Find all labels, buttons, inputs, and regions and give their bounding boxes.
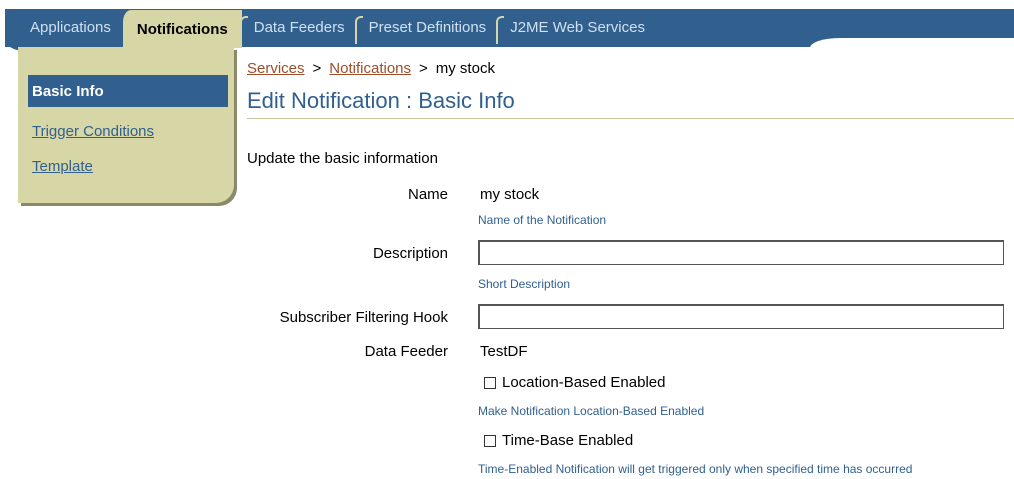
subscriber-hook-label: Subscriber Filtering Hook	[279, 309, 448, 326]
tab-label: Preset Definitions	[368, 18, 487, 36]
sidebar-item-template[interactable]: Template	[28, 158, 232, 175]
tab-label: Data Feeders	[253, 18, 345, 36]
description-input[interactable]	[478, 240, 1004, 265]
name-value: my stock	[480, 186, 540, 203]
tab-label: Notifications	[136, 20, 228, 38]
location-based-checkbox[interactable]	[484, 376, 496, 389]
breadcrumb-separator: >	[312, 60, 322, 77]
name-hint: Name of the Notification	[478, 213, 607, 227]
tab-label: J2ME Web Services	[510, 18, 645, 36]
breadcrumb-link-services[interactable]: Services	[247, 60, 305, 77]
breadcrumb-link-notifications[interactable]: Notifications	[329, 60, 411, 77]
tabs: Applications Notifications Data Feeders …	[20, 10, 657, 48]
time-based-row: Time-Base Enabled	[484, 432, 633, 449]
time-based-label: Time-Base Enabled	[502, 432, 634, 449]
tab-divider	[496, 16, 505, 44]
breadcrumb: Services > Notifications > my stock	[247, 60, 495, 77]
tab-j2me-web-services[interactable]: J2ME Web Services	[496, 10, 657, 44]
data-feeder-label: Data Feeder	[364, 343, 448, 360]
tab-data-feeders[interactable]: Data Feeders	[239, 10, 357, 44]
location-based-hint: Make Notification Location-Based Enabled	[478, 404, 705, 418]
name-label: Name	[407, 186, 448, 203]
tab-divider	[239, 16, 248, 44]
time-based-hint: Time-Enabled Notification will get trigg…	[478, 462, 913, 476]
tab-preset-definitions[interactable]: Preset Definitions	[354, 10, 499, 44]
intro-text: Update the basic information	[247, 150, 438, 167]
description-hint: Short Description	[478, 277, 571, 291]
tab-strip-curve	[810, 38, 1014, 50]
tab-notifications[interactable]: Notifications	[122, 10, 242, 48]
side-navigation: Basic Info Trigger Conditions Template	[18, 47, 234, 203]
location-based-label: Location-Based Enabled	[502, 374, 666, 391]
sidebar-item-label: Template	[32, 158, 93, 175]
time-based-checkbox[interactable]	[484, 434, 496, 447]
sidebar-item-basic-info[interactable]: Basic Info	[28, 75, 228, 107]
data-feeder-value: TestDF	[480, 343, 528, 360]
tab-label: Applications	[30, 18, 111, 36]
breadcrumb-current: my stock	[435, 60, 495, 77]
breadcrumb-separator: >	[419, 60, 428, 77]
description-label: Description	[372, 245, 448, 262]
sidebar-item-label: Basic Info	[32, 82, 104, 100]
tab-applications[interactable]: Applications	[20, 10, 123, 44]
location-based-row: Location-Based Enabled	[484, 374, 665, 391]
sidebar-item-label: Trigger Conditions	[32, 123, 154, 140]
subscriber-hook-input[interactable]	[478, 304, 1004, 329]
page-title: Edit Notification : Basic Info	[247, 88, 515, 113]
tab-divider	[354, 16, 363, 44]
sidebar-item-trigger-conditions[interactable]: Trigger Conditions	[28, 123, 232, 140]
title-divider	[247, 118, 1014, 119]
